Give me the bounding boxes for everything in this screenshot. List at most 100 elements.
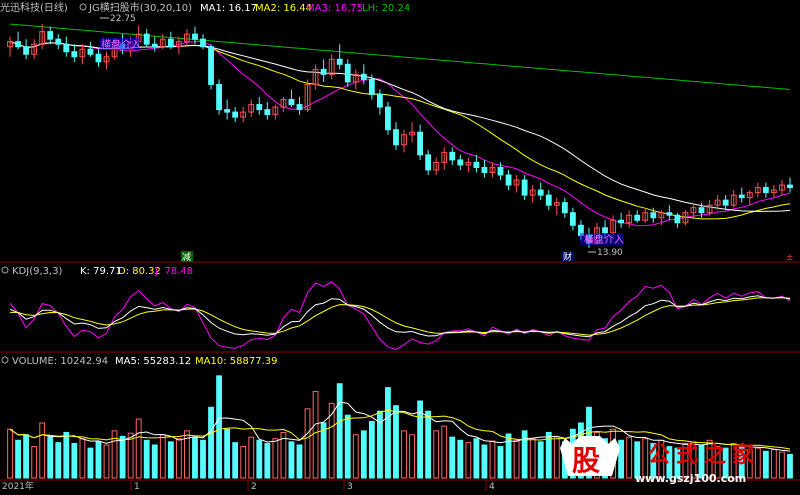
candle[interactable] bbox=[224, 99, 231, 120]
volume-bar[interactable] bbox=[360, 430, 367, 479]
candle[interactable] bbox=[55, 34, 62, 50]
volume-bar[interactable] bbox=[135, 418, 142, 479]
candle[interactable] bbox=[545, 190, 552, 211]
candle[interactable] bbox=[465, 157, 472, 173]
volume-bar[interactable] bbox=[312, 391, 319, 479]
volume-bar[interactable] bbox=[425, 410, 432, 479]
candle[interactable] bbox=[7, 36, 13, 57]
volume-bar[interactable] bbox=[537, 441, 544, 479]
volume-bar[interactable] bbox=[344, 414, 351, 479]
candle[interactable] bbox=[248, 99, 255, 118]
volume-bar[interactable] bbox=[79, 438, 86, 479]
indicator-name[interactable]: JG横扫股市(30,20,10) bbox=[88, 1, 192, 14]
candle[interactable] bbox=[31, 39, 38, 60]
candle[interactable] bbox=[385, 102, 391, 135]
candle[interactable] bbox=[642, 207, 649, 223]
candle[interactable] bbox=[738, 187, 745, 203]
volume-bar[interactable] bbox=[264, 442, 271, 479]
candle[interactable] bbox=[87, 41, 94, 57]
candle[interactable] bbox=[151, 36, 158, 52]
volume-bar[interactable] bbox=[256, 439, 263, 479]
volume-bar[interactable] bbox=[119, 435, 126, 479]
candle[interactable] bbox=[232, 107, 239, 123]
volume-bar[interactable] bbox=[63, 431, 70, 479]
candle[interactable] bbox=[473, 154, 480, 173]
candle[interactable] bbox=[513, 174, 520, 193]
volume-bar[interactable] bbox=[87, 447, 94, 479]
volume-bar[interactable] bbox=[762, 450, 769, 479]
candle[interactable] bbox=[425, 149, 432, 175]
candle[interactable] bbox=[441, 147, 448, 170]
volume-bar[interactable] bbox=[200, 439, 206, 479]
candle[interactable] bbox=[610, 215, 616, 236]
volume-bar[interactable] bbox=[368, 420, 375, 479]
volume-bar[interactable] bbox=[626, 436, 633, 479]
volume-bar[interactable] bbox=[224, 428, 231, 479]
volume-bar[interactable] bbox=[192, 436, 198, 479]
chart-canvas[interactable]: 光迅科技(日线) JG横扫股市(30,20,10) MA1: 16.17 MA2… bbox=[0, 0, 800, 492]
volume-bar[interactable] bbox=[95, 441, 102, 479]
volume-bar[interactable] bbox=[449, 436, 456, 479]
candle[interactable] bbox=[481, 159, 488, 178]
volume-bar[interactable] bbox=[232, 442, 239, 479]
candle[interactable] bbox=[569, 207, 576, 231]
candle[interactable] bbox=[417, 124, 424, 160]
candle[interactable] bbox=[746, 190, 753, 206]
candle[interactable] bbox=[521, 174, 528, 201]
volume-bar[interactable] bbox=[296, 444, 303, 479]
volume-bar[interactable] bbox=[618, 439, 625, 479]
volume-bar[interactable] bbox=[457, 439, 464, 479]
volume-bar[interactable] bbox=[320, 422, 327, 479]
candle[interactable] bbox=[770, 185, 777, 198]
candle[interactable] bbox=[754, 182, 761, 198]
candle[interactable] bbox=[63, 36, 70, 57]
volume-bar[interactable] bbox=[55, 442, 62, 479]
volume-bar[interactable] bbox=[433, 430, 440, 479]
volume-bar[interactable] bbox=[208, 406, 214, 479]
volume-bar[interactable] bbox=[441, 425, 448, 479]
candle[interactable] bbox=[553, 197, 560, 216]
candle[interactable] bbox=[71, 44, 78, 62]
candle[interactable] bbox=[393, 122, 399, 150]
candle[interactable] bbox=[666, 205, 673, 221]
candle[interactable] bbox=[272, 104, 279, 120]
candle[interactable] bbox=[634, 210, 641, 223]
volume-bar[interactable] bbox=[304, 408, 311, 479]
candle[interactable] bbox=[336, 44, 343, 70]
kdj-toggle-icon[interactable] bbox=[1, 266, 9, 274]
candle[interactable] bbox=[537, 182, 544, 201]
volume-bar[interactable] bbox=[409, 434, 415, 479]
volume-bar[interactable] bbox=[7, 428, 13, 479]
candle[interactable] bbox=[433, 157, 440, 175]
volume-name[interactable]: VOLUME: 10242.94 bbox=[12, 356, 108, 367]
volume-bar[interactable] bbox=[779, 451, 785, 479]
candle[interactable] bbox=[376, 89, 383, 115]
candle[interactable] bbox=[184, 29, 190, 47]
candle[interactable] bbox=[95, 49, 102, 67]
volume-bar[interactable] bbox=[103, 444, 110, 479]
volume-bar[interactable] bbox=[216, 375, 222, 479]
candle[interactable] bbox=[264, 102, 271, 120]
candle[interactable] bbox=[352, 69, 359, 90]
candle[interactable] bbox=[216, 79, 222, 115]
volume-bar[interactable] bbox=[465, 442, 472, 479]
candle[interactable] bbox=[779, 180, 785, 196]
candle[interactable] bbox=[47, 26, 54, 45]
candle[interactable] bbox=[280, 97, 287, 113]
volume-bar[interactable] bbox=[770, 449, 777, 479]
volume-bar[interactable] bbox=[127, 432, 134, 479]
volume-bar[interactable] bbox=[23, 434, 30, 479]
volume-bar[interactable] bbox=[513, 439, 520, 479]
volume-bar[interactable] bbox=[272, 438, 279, 479]
candle[interactable] bbox=[722, 195, 729, 211]
candle[interactable] bbox=[79, 44, 86, 65]
volume-bar[interactable] bbox=[352, 434, 359, 479]
volume-toggle-icon[interactable] bbox=[1, 356, 9, 364]
candle[interactable] bbox=[730, 190, 737, 208]
volume-bar[interactable] bbox=[473, 438, 480, 479]
volume-bar[interactable] bbox=[159, 434, 166, 479]
volume-bar[interactable] bbox=[497, 446, 504, 479]
candle[interactable] bbox=[256, 97, 263, 115]
volume-bar[interactable] bbox=[521, 430, 528, 479]
volume-bar[interactable] bbox=[248, 436, 255, 479]
